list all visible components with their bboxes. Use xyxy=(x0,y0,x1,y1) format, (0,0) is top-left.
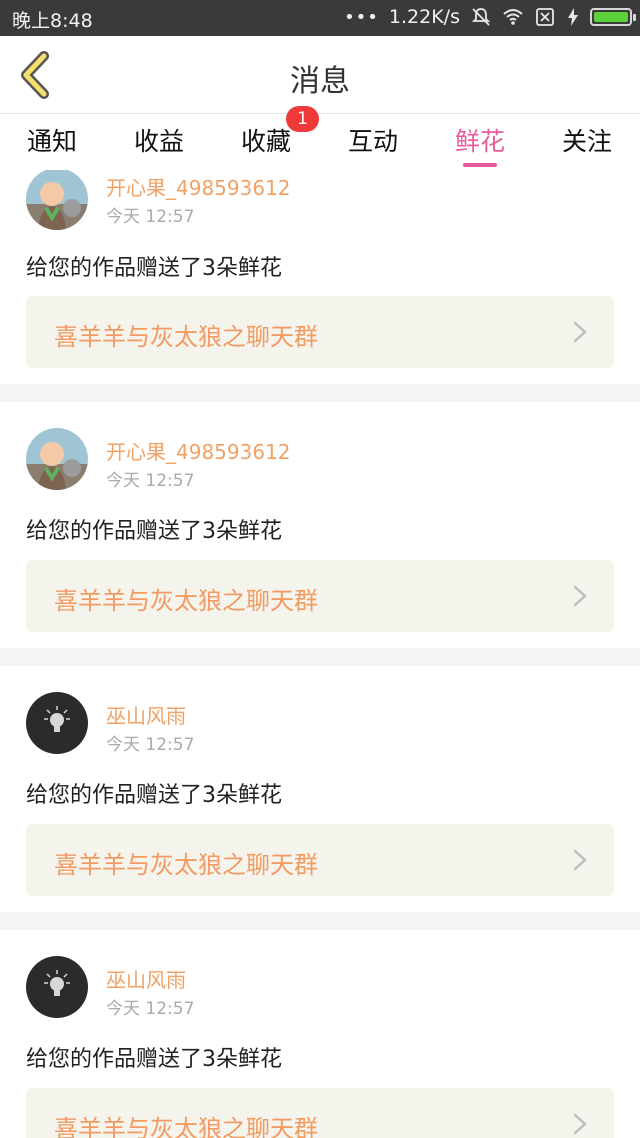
list-item: 开心果_498593612 今天 12:57 给您的作品赠送了3朵鲜花 喜羊羊与… xyxy=(0,402,640,648)
group-link[interactable]: 喜羊羊与灰太狼之聊天群 xyxy=(26,824,614,896)
user-name[interactable]: 开心果_498593612 xyxy=(106,436,291,465)
message-time: 今天 12:57 xyxy=(106,471,195,491)
message-time: 今天 12:57 xyxy=(106,735,195,755)
user-avatar[interactable] xyxy=(26,692,88,754)
user-name[interactable]: 巫山风雨 xyxy=(106,700,186,729)
page-title: 消息 xyxy=(290,64,350,99)
group-name: 喜羊羊与灰太狼之聊天群 xyxy=(54,323,318,351)
status-bar: 晚上8:48 ••• 1.22K/s xyxy=(0,0,640,36)
charging-icon xyxy=(568,8,578,26)
message-feed: 开心果_498593612 今天 12:57 给您的作品赠送了3朵鲜花 喜羊羊与… xyxy=(0,170,640,1138)
wifi-icon xyxy=(503,9,523,25)
tab-flowers[interactable]: 鲜花 xyxy=(425,122,535,158)
chevron-right-icon xyxy=(573,1113,587,1135)
message-text: 给您的作品赠送了3朵鲜花 xyxy=(26,1047,282,1072)
list-item: 开心果_498593612 今天 12:57 给您的作品赠送了3朵鲜花 喜羊羊与… xyxy=(0,170,640,384)
favorites-badge: 1 xyxy=(286,106,319,132)
tab-earnings[interactable]: 收益 xyxy=(104,122,214,158)
user-avatar[interactable] xyxy=(26,428,88,490)
notifications-off-icon xyxy=(471,8,491,26)
network-speed: 1.22K/s xyxy=(388,6,460,28)
user-avatar[interactable] xyxy=(26,956,88,1018)
active-tab-indicator xyxy=(463,163,497,167)
message-time: 今天 12:57 xyxy=(106,207,195,227)
group-link[interactable]: 喜羊羊与灰太狼之聊天群 xyxy=(26,1088,614,1138)
status-icons: ••• 1.22K/s xyxy=(344,6,636,28)
tab-notifications[interactable]: 通知 xyxy=(0,122,107,158)
message-time: 今天 12:57 xyxy=(106,999,195,1019)
user-name[interactable]: 巫山风雨 xyxy=(106,964,186,993)
message-text: 给您的作品赠送了3朵鲜花 xyxy=(26,783,282,808)
chevron-right-icon xyxy=(573,321,587,343)
group-name: 喜羊羊与灰太狼之聊天群 xyxy=(54,1115,318,1138)
lightbulb-avatar xyxy=(26,692,88,754)
user-name[interactable]: 开心果_498593612 xyxy=(106,172,291,201)
battery-icon xyxy=(590,8,636,26)
chevron-right-icon xyxy=(573,585,587,607)
list-item: 巫山风雨 今天 12:57 给您的作品赠送了3朵鲜花 喜羊羊与灰太狼之聊天群 xyxy=(0,930,640,1138)
header-bar: 消息 xyxy=(0,36,640,114)
tab-bar: 通知 收益 收藏 互动 鲜花 关注 1 xyxy=(0,106,640,170)
group-name: 喜羊羊与灰太狼之聊天群 xyxy=(54,587,318,615)
message-text: 给您的作品赠送了3朵鲜花 xyxy=(26,519,282,544)
sim-off-icon xyxy=(536,8,554,26)
status-time: 晚上8:48 xyxy=(12,10,93,32)
chevron-right-icon xyxy=(573,849,587,871)
tab-following[interactable]: 关注 xyxy=(532,122,640,158)
group-link[interactable]: 喜羊羊与灰太狼之聊天群 xyxy=(26,560,614,632)
message-text: 给您的作品赠送了3朵鲜花 xyxy=(26,256,282,281)
group-name: 喜羊羊与灰太狼之聊天群 xyxy=(54,851,318,879)
more-dots: ••• xyxy=(344,6,379,28)
list-item: 巫山风雨 今天 12:57 给您的作品赠送了3朵鲜花 喜羊羊与灰太狼之聊天群 xyxy=(0,666,640,912)
child-photo-avatar xyxy=(26,428,88,490)
user-avatar[interactable] xyxy=(26,170,88,230)
lightbulb-avatar xyxy=(26,956,88,1018)
tab-interactions[interactable]: 互动 xyxy=(318,122,428,158)
group-link[interactable]: 喜羊羊与灰太狼之聊天群 xyxy=(26,296,614,368)
child-photo-avatar xyxy=(26,170,88,230)
